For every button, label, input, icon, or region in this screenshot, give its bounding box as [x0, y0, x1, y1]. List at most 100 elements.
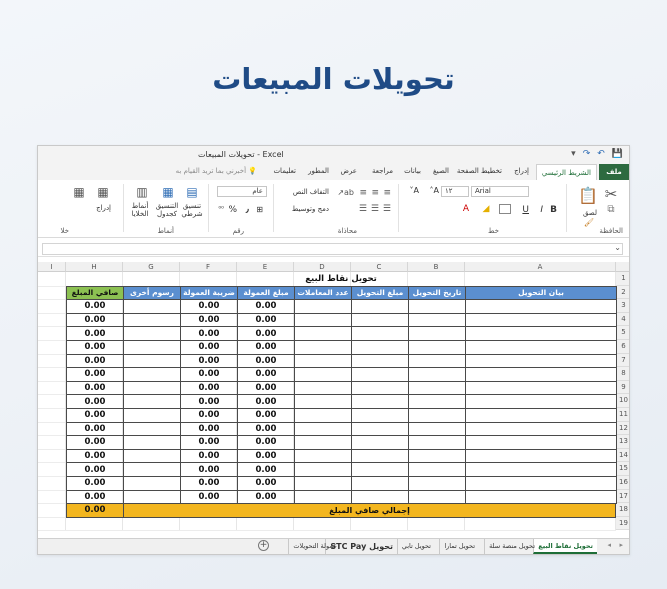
value-cell[interactable]: 0.00	[180, 299, 238, 314]
table-cell[interactable]	[351, 312, 409, 328]
table-cell[interactable]	[465, 408, 617, 423]
format-as-table-button[interactable]: التنسيق كجدول	[155, 202, 179, 218]
conditional-formatting-button[interactable]: تنسيق شرطي	[181, 202, 203, 218]
row-header[interactable]: 1	[616, 272, 629, 286]
row-header[interactable]: 5	[616, 326, 629, 340]
header-cell-h[interactable]: صافي المبلغ	[66, 285, 124, 301]
value-cell[interactable]: 0.00	[66, 421, 124, 437]
table-cell[interactable]	[465, 312, 617, 328]
underline-button[interactable]: U	[522, 205, 529, 215]
value-cell[interactable]: 0.00	[66, 435, 124, 450]
table-cell[interactable]	[408, 476, 466, 491]
font-color-icon[interactable]: A	[463, 204, 469, 214]
customize-qat-icon[interactable]: ▾	[571, 149, 576, 159]
value-cell[interactable]: 0.00	[66, 380, 124, 396]
table-cell[interactable]	[408, 312, 466, 328]
value-cell[interactable]: 0.00	[66, 326, 124, 341]
value-cell[interactable]: 0.00	[237, 353, 295, 369]
grow-font-icon[interactable]: A˄	[430, 186, 439, 195]
column-header-i[interactable]: I	[38, 262, 66, 272]
borders-icon[interactable]	[499, 204, 511, 214]
row-header[interactable]: 18	[616, 503, 629, 517]
table-cell[interactable]	[408, 380, 466, 396]
table-cell[interactable]	[294, 462, 352, 477]
value-cell[interactable]: 0.00	[237, 367, 295, 382]
copy-icon[interactable]: ⧉	[601, 202, 621, 216]
table-cell[interactable]	[465, 435, 617, 450]
column-header-e[interactable]: E	[237, 262, 294, 272]
orientation-icon[interactable]: ab↗	[337, 188, 354, 197]
row-header[interactable]: 17	[616, 489, 629, 504]
value-cell[interactable]: 0.00	[237, 394, 295, 409]
value-cell[interactable]: 0.00	[66, 299, 124, 314]
value-cell[interactable]: 0.00	[180, 435, 238, 450]
row-header[interactable]: 2	[616, 285, 629, 300]
tab-page-layout[interactable]: تخطيط الصفحة	[457, 167, 502, 175]
scissors-icon[interactable]: ✂	[601, 184, 621, 204]
table-cell[interactable]	[294, 435, 352, 450]
row-header[interactable]: 12	[616, 421, 629, 436]
column-header-b[interactable]: B	[408, 262, 465, 272]
value-cell[interactable]: 0.00	[180, 340, 238, 355]
value-cell[interactable]: 0.00	[180, 421, 238, 437]
table-cell[interactable]	[123, 462, 181, 477]
comma-style-button[interactable]: ٫	[246, 205, 249, 215]
row-header[interactable]: 13	[616, 435, 629, 449]
value-cell[interactable]: 0.00	[180, 448, 238, 464]
table-cell[interactable]	[465, 421, 617, 437]
row-header[interactable]: 8	[616, 367, 629, 381]
value-cell[interactable]: 0.00	[66, 448, 124, 464]
value-cell[interactable]: 0.00	[180, 367, 238, 382]
tab-insert[interactable]: إدراج	[514, 167, 529, 175]
tab-file[interactable]: ملف	[599, 164, 629, 180]
sheet-tab[interactable]: تحويل تمارا	[439, 539, 479, 554]
column-header-a[interactable]: A	[465, 262, 616, 272]
value-cell[interactable]: 0.00	[237, 340, 295, 355]
chevron-down-icon[interactable]: ⌄	[614, 243, 621, 252]
value-cell[interactable]: 0.00	[180, 326, 238, 341]
value-cell[interactable]: 0.00	[66, 394, 124, 409]
number-format-select[interactable]: عام	[217, 186, 267, 197]
table-cell[interactable]	[351, 353, 409, 369]
table-cell[interactable]	[123, 353, 181, 369]
column-header-d[interactable]: D	[294, 262, 351, 272]
value-cell[interactable]: 0.00	[237, 326, 295, 341]
table-cell[interactable]	[465, 448, 617, 464]
table-cell[interactable]	[351, 448, 409, 464]
align-right-icon[interactable]: ☰	[383, 204, 391, 214]
table-cell[interactable]	[294, 489, 352, 505]
delete-cells-icon[interactable]: ▦	[71, 184, 87, 200]
row-header[interactable]: 6	[616, 340, 629, 354]
align-center-icon[interactable]: ☰	[371, 204, 379, 214]
table-cell[interactable]	[408, 435, 466, 450]
value-cell[interactable]: 0.00	[66, 367, 124, 382]
tab-view[interactable]: عرض	[340, 167, 357, 175]
row-header[interactable]: 9	[616, 380, 629, 395]
column-header-g[interactable]: G	[123, 262, 180, 272]
table-cell[interactable]	[123, 435, 181, 450]
table-cell[interactable]	[351, 435, 409, 450]
table-cell[interactable]	[123, 408, 181, 423]
table-cell[interactable]	[123, 312, 181, 328]
column-header-c[interactable]: C	[351, 262, 408, 272]
currency-icon[interactable]: ⊞	[256, 205, 263, 214]
value-cell[interactable]: 0.00	[66, 462, 124, 477]
value-cell[interactable]: 0.00	[237, 476, 295, 491]
table-cell[interactable]	[294, 476, 352, 491]
header-cell-f[interactable]: ضريبة العمولة	[180, 285, 238, 301]
table-cell[interactable]	[294, 367, 352, 382]
value-cell[interactable]: 0.00	[237, 312, 295, 328]
row-header[interactable]: 7	[616, 353, 629, 368]
value-cell[interactable]: 0.00	[66, 408, 124, 423]
tab-data[interactable]: بيانات	[404, 167, 421, 175]
table-cell[interactable]	[465, 476, 617, 491]
table-cell[interactable]	[465, 353, 617, 369]
table-cell[interactable]	[123, 448, 181, 464]
row-header[interactable]: 15	[616, 462, 629, 476]
shrink-font-icon[interactable]: A˅	[410, 186, 419, 195]
row-header[interactable]: 11	[616, 408, 629, 422]
table-cell[interactable]	[123, 326, 181, 341]
header-cell-b[interactable]: تاريخ التحويل	[408, 285, 466, 301]
table-cell[interactable]	[408, 408, 466, 423]
sheet-tab[interactable]: تحويل نقاط البيع	[533, 539, 597, 554]
